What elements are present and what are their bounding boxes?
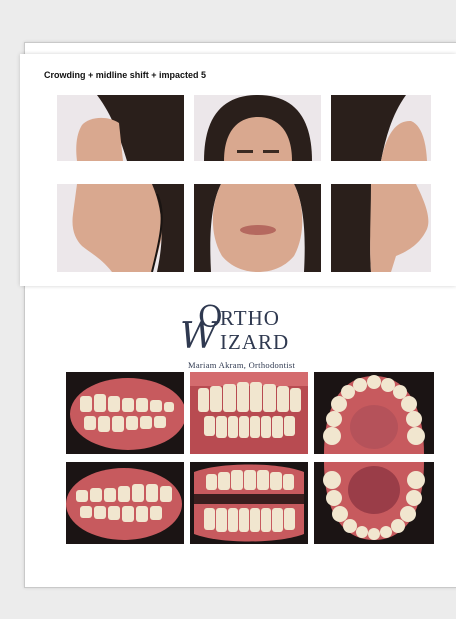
photo-intraoral-right-buccal [66,372,184,454]
logo-letter-w: W [180,316,218,357]
photo-profile-left-bottom [57,184,184,272]
logo-rtho: RTHO [220,306,280,330]
ortho-wizard-logo: O RTHO W IZARD Mariam Akram, Orthodontis… [180,300,320,372]
logo-subtitle: Mariam Akram, Orthodontist [188,360,296,370]
slide-title: Crowding + midline shift + impacted 5 [44,70,207,80]
photo-frontal-bottom [194,184,321,272]
photo-intraoral-frontal-open [190,462,308,544]
photo-intraoral-upper-occlusal [314,372,434,454]
photo-intraoral-frontal [190,372,308,454]
photo-profile-right-bottom [331,184,431,272]
photo-intraoral-left-buccal [66,462,184,544]
photo-frontal-top [194,95,321,161]
photo-profile-right-top [331,95,431,161]
photo-intraoral-lower-occlusal [314,462,434,544]
logo-izard: IZARD [220,330,290,354]
photo-profile-left-top [57,95,184,161]
